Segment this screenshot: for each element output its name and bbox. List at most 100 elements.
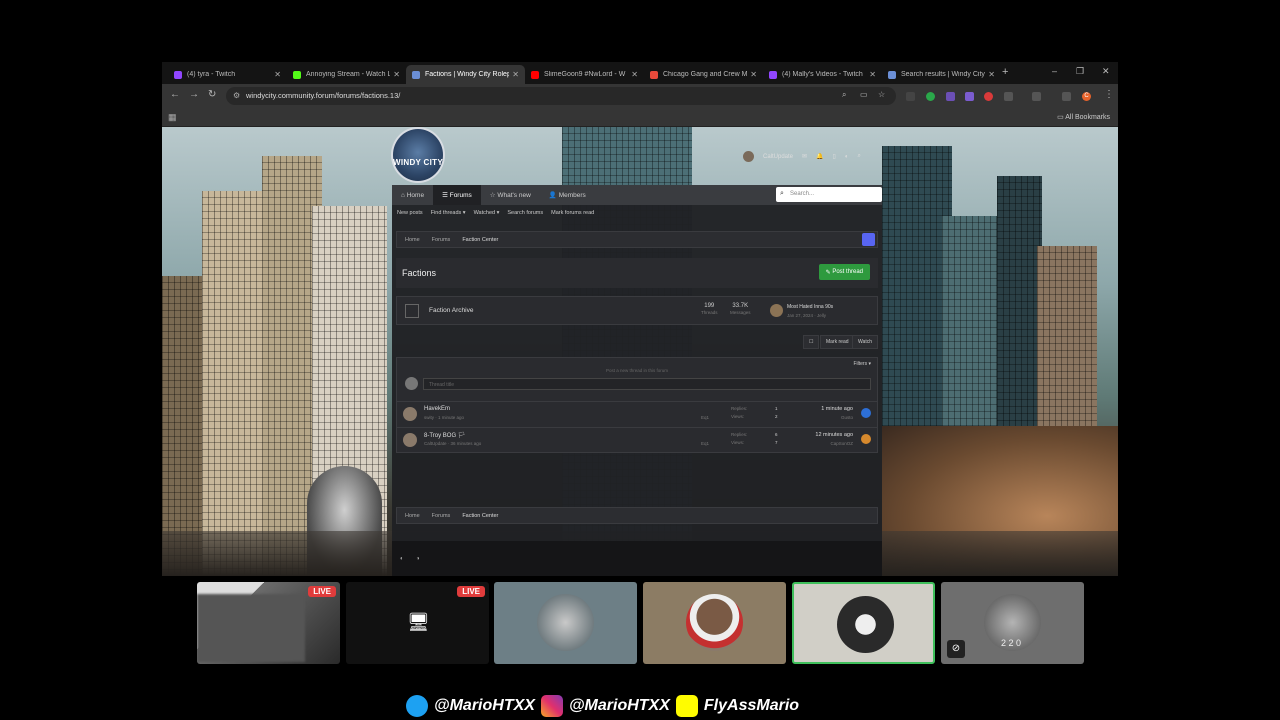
site-info-icon[interactable]: ⚙ <box>233 91 240 100</box>
breadcrumb-home[interactable]: Home <box>405 237 420 243</box>
bookmark-icon[interactable]: ▯ <box>833 153 836 160</box>
stream-tile-user-1[interactable] <box>494 582 637 664</box>
back-icon[interactable]: ← <box>170 89 180 100</box>
extension-icon[interactable] <box>906 92 915 101</box>
nav-members[interactable]: 👤 Members <box>540 185 595 205</box>
downloads-icon[interactable] <box>1062 92 1071 101</box>
new-tab-button[interactable]: + <box>1002 66 1008 78</box>
subnav-new-posts[interactable]: New posts <box>397 210 423 216</box>
thread-title[interactable]: 8-Troy BOG 🏳 <box>424 432 465 439</box>
bookmark-star-icon[interactable]: ☆ <box>878 90 885 99</box>
stream-tile-screen-icon[interactable]: 🖥 LIVE <box>346 582 489 664</box>
extension-icon[interactable] <box>965 92 974 101</box>
table-row[interactable]: HavekEm swity · 1 minute ago Eq1 Replies… <box>397 401 877 426</box>
table-row[interactable]: 8-Troy BOG 🏳 CaltUpdate · 36 minutes ago… <box>397 427 877 452</box>
subnav-mark-read[interactable]: Mark forums read <box>551 210 594 216</box>
breadcrumb-faction-center[interactable]: Faction Center <box>462 513 498 519</box>
extensions-puzzle-icon[interactable] <box>1004 92 1013 101</box>
discord-icon[interactable] <box>862 233 875 246</box>
breadcrumb-forums[interactable]: Forums <box>432 237 451 243</box>
tab-chicago-gang[interactable]: Chicago Gang and Crew M ✕ <box>644 65 763 84</box>
user-avatar[interactable] <box>743 151 754 162</box>
breadcrumb-faction-center[interactable]: Faction Center <box>462 237 498 243</box>
filters-button[interactable]: Filters ▾ <box>853 361 871 367</box>
forum-search-input[interactable]: ⌕ Search... <box>776 187 882 202</box>
theme-toggle-icon[interactable]: ◑ <box>416 556 420 562</box>
tab-kick-stream[interactable]: Annoying Stream - Watch L ✕ <box>287 65 406 84</box>
last-post-time[interactable]: 12 minutes ago <box>815 432 853 438</box>
all-bookmarks-button[interactable]: ▭ All Bookmarks <box>1057 113 1110 121</box>
search-icon[interactable]: ⌕ <box>842 90 846 100</box>
breadcrumb-home[interactable]: Home <box>405 513 420 519</box>
tab-search-results[interactable]: Search results | Windy City ✕ <box>882 65 1001 84</box>
close-icon[interactable]: ✕ <box>988 70 995 79</box>
style-chooser-icon[interactable]: ◐ <box>400 556 404 562</box>
thread-list: Filters ▾ Post a new thread in this foru… <box>396 357 878 453</box>
last-post-author[interactable]: Gusto <box>841 415 853 420</box>
last-post-author[interactable]: CapSonOZ <box>830 441 853 446</box>
avatar[interactable] <box>770 304 783 317</box>
mark-read-button[interactable]: Mark read <box>820 335 855 349</box>
close-icon[interactable]: ✕ <box>631 70 638 79</box>
subnav-watched[interactable]: Watched ▾ <box>474 210 500 216</box>
minimize-icon[interactable]: – <box>1052 66 1057 76</box>
sidebar-icon[interactable] <box>1032 92 1041 101</box>
close-icon[interactable]: ✕ <box>274 70 281 79</box>
mail-icon[interactable]: ✉ <box>802 153 807 160</box>
watch-button[interactable]: Watch <box>852 335 878 349</box>
last-post-time[interactable]: 1 minute ago <box>821 406 853 412</box>
grammarly-icon[interactable] <box>926 92 935 101</box>
twitter-icon <box>406 695 428 717</box>
close-icon[interactable]: ✕ <box>512 70 519 79</box>
tab-mally-videos[interactable]: (4) Mally's Videos - Twitch ✕ <box>763 65 882 84</box>
maximize-icon[interactable]: ❐ <box>1076 66 1084 77</box>
stream-tile-user-2[interactable] <box>643 582 786 664</box>
subforum-name[interactable]: Faction Archive <box>429 307 473 314</box>
forward-icon[interactable]: → <box>189 89 199 100</box>
reload-icon[interactable]: ↻ <box>208 89 216 100</box>
avatar[interactable] <box>861 434 871 444</box>
views-label: Views: <box>731 414 745 419</box>
subnav-find-threads[interactable]: Find threads ▾ <box>431 210 466 216</box>
nav-home[interactable]: ⌂ Home <box>392 185 433 205</box>
close-window-icon[interactable]: ✕ <box>1102 66 1110 77</box>
apps-grid-icon[interactable]: ▦ <box>168 112 177 123</box>
close-icon[interactable]: ✕ <box>750 70 757 79</box>
breadcrumb-forums[interactable]: Forums <box>432 513 451 519</box>
avatar[interactable] <box>403 407 417 421</box>
subnav-search-forums[interactable]: Search forums <box>507 210 543 216</box>
main-nav: ⌂ Home ☰ Forums ☆ What's new 👤 Members ⌕… <box>392 185 882 205</box>
snapchat-handle: FlyAssMario <box>703 697 800 714</box>
thread-title-input[interactable]: Thread title <box>423 378 871 390</box>
tab-factions[interactable]: Factions | Windy City Rolep ✕ <box>406 65 525 84</box>
filter-options-button[interactable]: ☐ <box>803 335 820 349</box>
stream-tile-user-4[interactable]: 2 2 0 ⊘ <box>941 582 1084 664</box>
close-icon[interactable]: ✕ <box>393 70 400 79</box>
search-icon[interactable]: ⌕ <box>857 153 860 160</box>
latest-thread-title[interactable]: Most Hated Inna 90s <box>787 304 833 310</box>
menu-icon[interactable]: ⋮ <box>1104 89 1114 100</box>
forum-icon <box>405 304 419 318</box>
site-logo[interactable]: WINDY CITY <box>391 127 445 183</box>
replies-count: 1 <box>775 406 778 411</box>
stream-tile-user-3-speaking[interactable] <box>792 582 935 664</box>
cast-icon[interactable]: ▭ <box>860 90 868 99</box>
username[interactable]: CaltUpdate <box>763 154 793 160</box>
extension-icon[interactable] <box>984 92 993 101</box>
thread-title[interactable]: HavekEm <box>424 406 450 412</box>
post-thread-button[interactable]: ✎ Post thread <box>818 264 870 280</box>
avatar[interactable] <box>861 408 871 418</box>
bell-icon[interactable]: 🔔 <box>816 153 823 160</box>
close-icon[interactable]: ✕ <box>869 70 876 79</box>
profile-avatar[interactable]: C <box>1082 92 1091 101</box>
tab-twitch-tyra[interactable]: (4) tyra - Twitch ✕ <box>168 65 287 84</box>
theme-icon[interactable]: ◐ <box>845 154 849 160</box>
avatar[interactable] <box>403 433 417 447</box>
stream-tile-screenshare[interactable]: LIVE <box>197 582 340 664</box>
nav-forums[interactable]: ☰ Forums <box>433 185 481 205</box>
tab-youtube[interactable]: SlimeGoon9 #NwLord - W ✕ <box>525 65 644 84</box>
extension-icon[interactable] <box>946 92 955 101</box>
url-input[interactable]: ⚙ windycity.community.forum/forums/facti… <box>226 87 896 105</box>
nav-whats-new[interactable]: ☆ What's new <box>481 185 540 205</box>
subforum-faction-archive[interactable]: Faction Archive 199 Threads 33.7K Messages… <box>396 296 878 325</box>
